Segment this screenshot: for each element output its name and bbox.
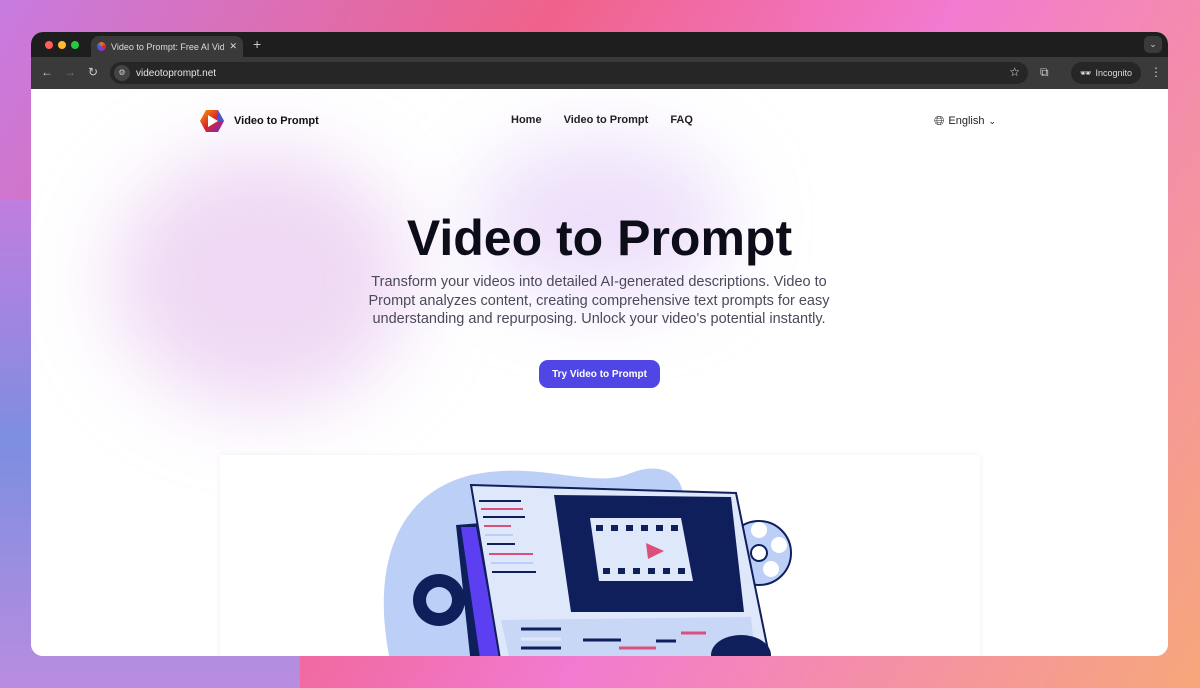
incognito-badge[interactable]: 🕶 Incognito [1071,62,1141,84]
brand-name: Video to Prompt [234,115,319,127]
tab-title: Video to Prompt: Free AI Video [111,41,225,52]
back-icon[interactable]: ← [41,65,53,79]
brand-logo-link[interactable]: Video to Prompt [199,109,319,133]
globe-icon: 🌐︎ [934,113,945,128]
incognito-icon: 🕶 [1080,67,1092,78]
bookmark-star-icon[interactable]: ☆ [1009,65,1020,79]
language-label: English [948,115,985,127]
toolbar: ← → ↻ ⚙ videotoprompt.net ☆ ⧉ 🕶 Incognito… [31,57,1168,89]
browser-tab[interactable]: Video to Prompt: Free AI Video ✕ [91,36,243,57]
reload-icon[interactable]: ↻ [88,65,98,79]
favicon-icon [97,42,106,51]
page: Video to Prompt Home Video to Prompt FAQ… [31,89,1168,656]
nav-home[interactable]: Home [511,114,542,126]
close-tab-icon[interactable]: ✕ [229,41,237,52]
tab-bar: Video to Prompt: Free AI Video ✕ + ⌄ [31,32,1168,57]
language-selector[interactable]: 🌐︎ English ⌄ [934,113,996,129]
site-settings-icon[interactable]: ⚙ [114,65,130,81]
minimize-window-button[interactable] [58,41,66,49]
close-window-button[interactable] [45,41,53,49]
nav-faq[interactable]: FAQ [670,114,693,126]
forward-icon[interactable]: → [64,65,76,79]
browser-window: Video to Prompt: Free AI Video ✕ + ⌄ ← →… [31,32,1168,656]
new-tab-button[interactable]: + [253,36,261,52]
menu-icon[interactable]: ⋮ [1150,65,1162,79]
video-editing-illustration [383,468,792,656]
try-video-to-prompt-button[interactable]: Try Video to Prompt [539,360,660,388]
hero-title: Video to Prompt [406,210,793,266]
url-text: videotoprompt.net [136,67,217,79]
incognito-label: Incognito [1095,68,1132,78]
logo-icon [200,110,224,132]
chevron-down-icon: ⌄ [988,115,997,126]
gear-icon [413,574,465,626]
address-bar[interactable]: ⚙ videotoprompt.net ☆ [110,62,1028,84]
extensions-icon[interactable]: ⧉ [1040,65,1049,80]
tab-search-button[interactable]: ⌄ [1144,36,1162,53]
maximize-window-button[interactable] [71,41,79,49]
hero-description: Transform your videos into detailed AI-g… [368,274,830,327]
nav-video-to-prompt[interactable]: Video to Prompt [564,114,649,126]
site-header: Video to Prompt Home Video to Prompt FAQ… [31,89,1168,151]
